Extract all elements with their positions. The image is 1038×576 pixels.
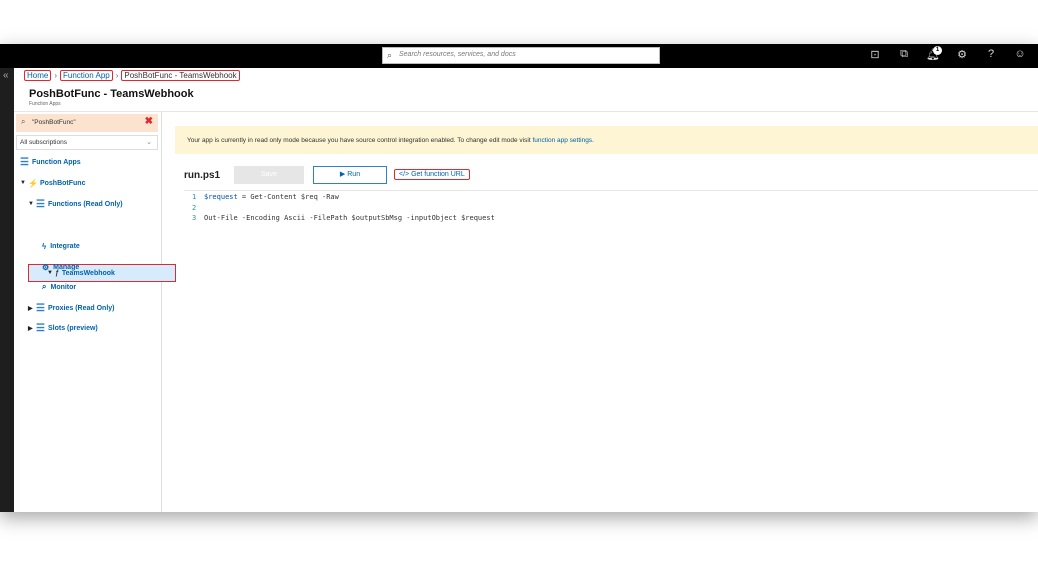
list-icon: ☰ [36,302,45,314]
sidebar-item-poshbotfunc[interactable]: ▼ ⚡ PoshBotFunc [14,175,162,191]
breadcrumb: Home › Function App › PoshBotFunc - Team… [24,70,240,81]
clear-filter-icon[interactable]: ✖ [145,116,153,127]
filter-value: "PoshBotFunc" [32,119,76,126]
resource-sidebar: ⌕ "PoshBotFunc" ✖ All subscriptions ⌄ ☰ … [14,112,176,512]
sidebar-item-manage[interactable]: ⚙ Manage [14,259,162,275]
portal-window: ⌕ Search resources, services, and docs ⊡… [0,44,1038,512]
expand-triangle-icon[interactable]: ▼ [28,201,36,207]
code-text: Out-File -Encoding Ascii -FilePath $outp… [204,214,495,222]
sidebar-item-label: Proxies (Read Only) [47,304,115,312]
code-text: = Get-Content $req -Raw [237,193,339,201]
notification-badge: 1 [933,46,942,55]
run-button[interactable]: ▶ Run [313,166,387,184]
sidebar-item-proxies[interactable]: ▶ ☰ Proxies (Read Only) [14,300,162,316]
sidebar-item-integrate[interactable]: ϟ Integrate [14,238,162,254]
directory-filter-icon[interactable]: ⧉ [896,48,912,61]
save-button[interactable]: Save [234,166,304,184]
line-number: 1 [192,193,197,201]
cloud-shell-icon[interactable]: ⊡ [867,48,883,61]
list-icon: ☰ [36,198,45,210]
search-icon: ⌕ [387,50,393,60]
notifications-icon[interactable]: 🔔︎ 1 [925,46,942,61]
banner-text: Your app is currently in read only mode … [187,137,533,144]
editor-divider [184,190,1038,191]
sidebar-item-monitor[interactable]: ⌕ Monitor [14,279,162,295]
line-number: 3 [192,214,197,222]
code-line: 2 [192,203,495,214]
sidebar-item-label: Monitor [50,283,77,291]
sidebar-item-label: PoshBotFunc [39,179,86,187]
read-only-banner: Your app is currently in read only mode … [175,126,1038,154]
collapse-menu-icon[interactable]: « [3,70,9,81]
breadcrumb-separator: › [115,71,119,80]
subscriptions-dropdown[interactable]: All subscriptions ⌄ [16,135,158,150]
sidebar-item-functions[interactable]: ▼ ☰ Functions (Read Only) [14,196,162,212]
sidebar-item-function-apps[interactable]: ☰ Function Apps [14,154,162,170]
search-icon: ⌕ [21,117,26,126]
run-label: Run [347,171,361,178]
sidebar-item-label: Integrate [50,242,80,250]
subscriptions-value: All subscriptions [20,139,67,146]
chevron-down-icon: ⌄ [146,139,152,146]
gear-icon: ⚙ [42,262,50,272]
function-app-icon: ⚡ [28,178,38,188]
help-icon[interactable]: ? [983,48,999,61]
code-editor[interactable]: 1 $request = Get-Content $req -Raw 2 3 Out… [192,192,495,224]
breadcrumb-function-app[interactable]: Function App [60,70,113,81]
sidebar-item-label: Slots (preview) [47,324,98,332]
code-line: 1 $request = Get-Content $req -Raw [192,192,495,203]
collapsed-triangle-icon[interactable]: ▶ [28,325,36,332]
breadcrumb-current: PoshBotFunc - TeamsWebhook [121,70,240,81]
collapsed-triangle-icon[interactable]: ▶ [28,305,36,312]
page-title: PoshBotFunc - TeamsWebhook [29,88,194,100]
top-bar-icons: ⊡ ⧉ 🔔︎ 1 ⚙ ? ☺ [867,46,1028,61]
search-placeholder: Search resources, services, and docs [399,51,516,58]
sidebar-item-label: Functions (Read Only) [47,200,123,208]
sidebar-item-label: Manage [53,263,80,271]
file-name: run.ps1 [184,170,221,181]
filter-input[interactable]: ⌕ "PoshBotFunc" ✖ [16,114,158,132]
line-number: 2 [192,203,197,212]
feedback-icon[interactable]: ☺ [1012,48,1028,61]
top-bar: ⌕ Search resources, services, and docs ⊡… [0,44,1038,68]
search-input[interactable]: ⌕ Search resources, services, and docs [382,47,660,64]
sidebar-item-slots[interactable]: ▶ ☰ Slots (preview) [14,320,162,336]
code-line: 3 Out-File -Encoding Ascii -FilePath $out… [192,213,495,224]
list-icon: ☰ [36,322,45,334]
page-subtitle: Function Apps [29,101,61,107]
expand-triangle-icon[interactable]: ▼ [20,180,28,186]
breadcrumb-home[interactable]: Home [24,70,52,81]
code-variable: $request [204,193,238,201]
function-app-settings-link[interactable]: function app settings. [532,137,593,144]
lightning-icon: ϟ [42,241,47,251]
header-divider [14,111,1038,112]
sidebar-item-label: Function Apps [31,158,81,166]
search-icon: ⌕ [42,282,47,291]
left-rail: « [0,68,14,512]
settings-icon[interactable]: ⚙ [954,48,970,61]
list-icon: ☰ [20,156,29,168]
get-function-url-button[interactable]: </> Get function URL [394,169,470,180]
breadcrumb-separator: › [54,71,58,80]
play-icon: ▶ [339,171,346,178]
